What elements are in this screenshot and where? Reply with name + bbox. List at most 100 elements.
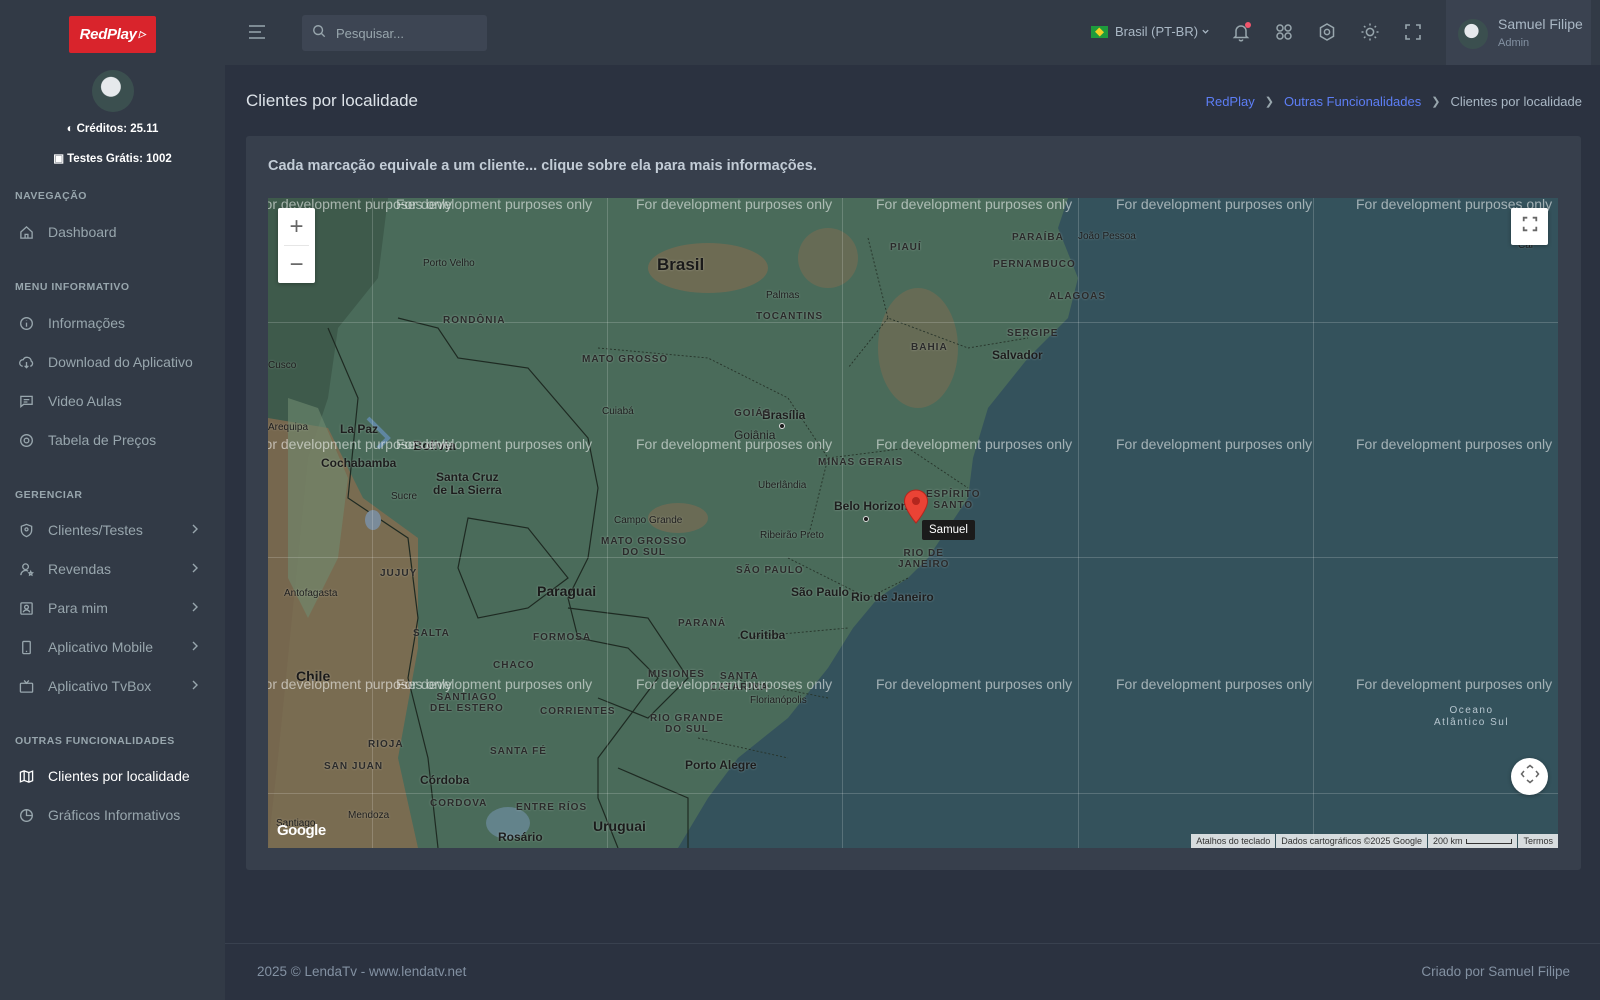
menu-toggle-icon[interactable] <box>247 22 267 42</box>
smartphone-icon <box>18 639 34 655</box>
map-description: Cada marcação equivale a um cliente... c… <box>268 158 817 174</box>
brand-logo-text: RedPlay <box>79 26 137 43</box>
language-selector[interactable]: Brasil (PT-BR) <box>1091 24 1210 39</box>
map-label-bolivia: Bolivia <box>413 438 456 453</box>
sidebar-item-clientes-testes[interactable]: Clientes/Testes <box>0 513 225 547</box>
map-label-state: ALAGOAS <box>1049 291 1106 302</box>
sidebar-item-revendas[interactable]: Revendas <box>0 552 225 586</box>
map-label-salvador: Salvador <box>992 348 1043 362</box>
map-label-state: TOCANTINS <box>756 311 824 322</box>
fullscreen-icon[interactable] <box>1403 22 1423 42</box>
terms-link[interactable]: Termos <box>1518 834 1558 848</box>
breadcrumb-separator-icon: ❯ <box>1431 96 1441 108</box>
map-label-porto-velho: Porto Velho <box>423 258 475 269</box>
map-label-goiania: Goiânia <box>734 428 776 442</box>
price-icon <box>18 432 34 448</box>
page-title: Clientes por localidade <box>246 91 418 110</box>
map-label-cuiaba: Cuiabá <box>602 406 634 417</box>
settings-gear-icon[interactable] <box>1317 22 1337 42</box>
sidebar-item-informacoes[interactable]: Informações <box>0 306 225 340</box>
sidebar-item-clientes-localidade[interactable]: Clientes por localidade <box>0 759 225 793</box>
clients-map[interactable]: Brasil Paraguai Uruguai Chile Bolivia Br… <box>268 198 1558 848</box>
user-star-icon <box>18 561 34 577</box>
sidebar-item-graficos[interactable]: Gráficos Informativos <box>0 798 225 832</box>
sidebar-item-label: Tabela de Preços <box>48 432 157 448</box>
map-label-state: JUJUY <box>380 568 418 579</box>
brand-logo[interactable]: RedPlay ▷ <box>69 16 156 53</box>
map-label-palmas: Palmas <box>766 290 800 301</box>
sidebar-item-label: Revendas <box>48 561 112 577</box>
sidebar-item-label: Para mim <box>48 600 108 616</box>
map-label-rio: Rio de Janeiro <box>851 590 934 604</box>
sidebar-item-label: Clientes por localidade <box>48 768 190 784</box>
map-label-paraguai: Paraguai <box>537 583 597 599</box>
map-fullscreen-button[interactable] <box>1511 208 1548 245</box>
sidebar-item-para-mim[interactable]: Para mim <box>0 591 225 625</box>
search-input[interactable] <box>336 25 476 41</box>
notification-dot <box>1245 22 1251 28</box>
keyboard-shortcuts-link[interactable]: Atalhos do teclado <box>1191 834 1276 848</box>
user-avatar <box>1458 19 1488 49</box>
map-label-state: RIO GRANDE DO SUL <box>650 713 724 735</box>
fullscreen-icon <box>1521 215 1539 238</box>
shield-user-icon <box>18 522 34 538</box>
language-label: Brasil (PT-BR) <box>1115 24 1199 39</box>
breadcrumb-item[interactable]: RedPlay <box>1206 94 1255 109</box>
map-camera-control-button[interactable] <box>1511 758 1548 795</box>
map-label-state: RIO DE JANEIRO <box>898 548 950 570</box>
map-label-state: MATO GROSSO DO SUL <box>601 536 688 558</box>
user-menu[interactable]: Samuel Filipe Admin <box>1446 0 1591 65</box>
map-label-state: PARANÁ <box>678 618 727 629</box>
map-label-mendoza: Mendoza <box>348 810 390 821</box>
map-label-cusco: Cusco <box>268 360 297 371</box>
map-scale[interactable]: 200 km <box>1427 834 1518 848</box>
map-icon <box>18 768 34 784</box>
map-grid-line <box>1313 198 1314 848</box>
sidebar-item-video-aulas[interactable]: Video Aulas <box>0 384 225 418</box>
sidebar-item-label: Clientes/Testes <box>48 522 143 538</box>
chevron-right-icon <box>190 561 200 578</box>
map-label-state: BAHIA <box>911 342 948 353</box>
section-menu-informativo: MENU INFORMATIVO <box>15 281 130 293</box>
map-label-florianopolis: Florianópolis <box>750 695 807 706</box>
chevron-right-icon <box>190 639 200 656</box>
account-box-icon <box>18 600 34 616</box>
map-label-sucre: Sucre <box>391 491 418 502</box>
credits-info: ◐ Créditos: 25.11 <box>66 123 159 135</box>
map-label-curitiba: Curitiba <box>740 628 786 642</box>
chevron-down-icon <box>1201 24 1210 39</box>
gift-icon: ▣ <box>53 153 65 165</box>
sidebar-item-label: Gráficos Informativos <box>48 807 181 823</box>
section-navigation: NAVEGAÇÃO <box>15 190 87 202</box>
map-label-brasil: Brasil <box>657 255 705 274</box>
pie-chart-icon <box>18 807 34 823</box>
map-card: Cada marcação equivale a um cliente... c… <box>246 136 1581 870</box>
map-attribution: Atalhos do teclado Dados cartográficos ©… <box>1190 834 1558 848</box>
sidebar-item-dashboard[interactable]: Dashboard <box>0 215 225 249</box>
breadcrumb-item[interactable]: Outras Funcionalidades <box>1284 94 1421 109</box>
sidebar-item-label: Dashboard <box>48 224 117 240</box>
sidebar-item-tabela-precos[interactable]: Tabela de Preços <box>0 423 225 457</box>
apps-grid-icon[interactable] <box>1274 22 1294 42</box>
map-label-state: RONDÔNIA <box>443 315 506 326</box>
search-box <box>302 15 487 51</box>
map-label-la-paz: La Paz <box>340 422 379 436</box>
map-label-state: FORMOSA <box>533 632 592 643</box>
map-label-uruguai: Uruguai <box>593 818 646 834</box>
sidebar-item-aplicativo-tvbox[interactable]: Aplicativo TvBox <box>0 669 225 703</box>
sidebar-item-label: Video Aulas <box>48 393 122 409</box>
zoom-in-button[interactable]: + <box>278 208 315 245</box>
tv-icon <box>18 678 34 694</box>
map-label-state: PIAUÍ <box>890 242 922 253</box>
map-label-state: PERNAMBUCO <box>993 259 1076 270</box>
map-data-attribution: Dados cartográficos ©2025 Google <box>1276 834 1427 848</box>
sidebar-item-aplicativo-mobile[interactable]: Aplicativo Mobile <box>0 630 225 664</box>
marker-label: Samuel <box>922 520 975 540</box>
map-label-state: ENTRE RÍOS <box>516 802 588 813</box>
zoom-out-button[interactable]: − <box>278 246 315 283</box>
map-grid-line <box>607 198 608 848</box>
sidebar-avatar[interactable] <box>92 70 134 112</box>
notification-bell-icon[interactable] <box>1231 22 1251 42</box>
theme-sun-icon[interactable] <box>1360 22 1380 42</box>
sidebar-item-download[interactable]: Download do Aplicativo <box>0 345 225 379</box>
